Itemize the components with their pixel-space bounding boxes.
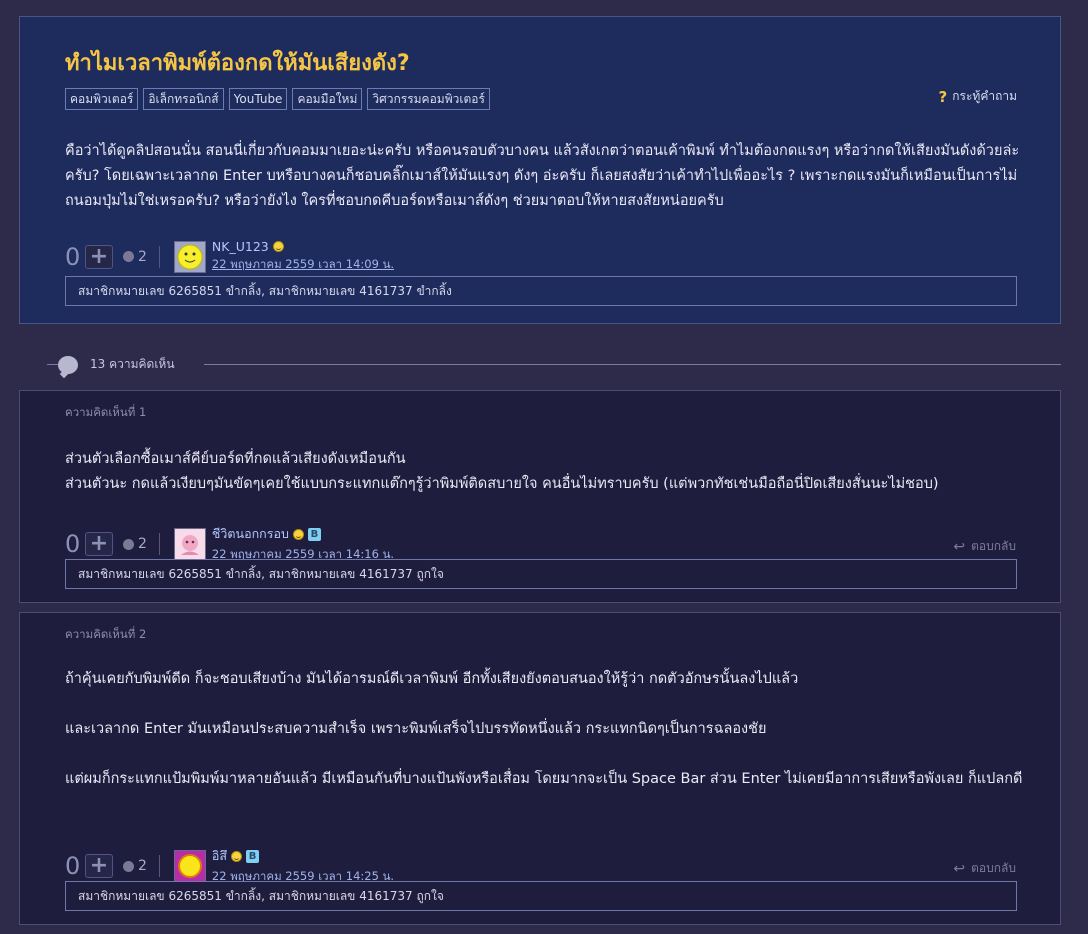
reply-button[interactable]: ↩ ตอบกลับ xyxy=(953,859,1016,878)
comment-body: ส่วนตัวเลือกซื้อเมาส์คีย์บอร์ดที่กดแล้วเ… xyxy=(65,447,1025,497)
plus-icon: + xyxy=(89,243,109,269)
likes-summary[interactable]: สมาชิกหมายเลข 6265851 ขำกลิ้ง, สมาชิกหมา… xyxy=(65,276,1017,306)
avatar[interactable] xyxy=(173,850,206,882)
comment-bubble-icon xyxy=(58,355,78,374)
comment-vote-row: 0 + 2 อิสึ B 22 พฤษภาคม 2559 เวลา 14:25 … xyxy=(65,846,394,886)
likes-summary[interactable]: สมาชิกหมายเลข 6265851 ขำกลิ้ง, สมาชิกหมา… xyxy=(65,559,1017,589)
topic-type-label: กระทู้คำถาม xyxy=(952,89,1017,103)
avatar[interactable] xyxy=(173,240,206,273)
emotion-icon xyxy=(123,251,134,262)
emotion-button[interactable]: 2 xyxy=(123,249,147,265)
topic-title: ทำไมเวลาพิมพ์ต้องกดให้มันเสียงดัง? xyxy=(65,51,410,76)
vote-count: 0 xyxy=(65,530,81,558)
comments-count-label: 13 ความคิดเห็น xyxy=(90,357,175,371)
blog-badge-icon[interactable]: B xyxy=(307,527,321,541)
plus-icon: + xyxy=(89,853,109,878)
tag-electronics[interactable]: อิเล็กทรอนิกส์ xyxy=(143,88,224,110)
author-name[interactable]: NK_U123 xyxy=(212,239,269,254)
divider xyxy=(158,245,160,268)
divider xyxy=(158,855,160,877)
emotion-button[interactable]: 2 xyxy=(123,858,147,874)
comment-card-2: ความคิดเห็นที่ 2 ถ้าคุ้นเคยกับพิมพ์ดีด ก… xyxy=(19,612,1061,925)
vote-plus-button[interactable]: + xyxy=(85,854,113,878)
comments-divider xyxy=(19,364,1061,365)
emotion-button[interactable]: 2 xyxy=(123,536,147,552)
reply-icon: ↩ xyxy=(953,538,966,555)
topic-body: คือว่าได้ดูคลิปสอนนั่น สอนนี่เกี่ยวกับคอ… xyxy=(65,143,1020,209)
question-icon: ? xyxy=(938,87,948,106)
blog-badge-icon[interactable]: B xyxy=(246,849,260,863)
topic-vote-row: 0 + 2 NK_U123 22 พฤษภาคม 2559 เวลา 14:09… xyxy=(65,239,394,274)
comment-line: แต่ผมก็กระแทกแป้มพิมพ์มาหลายอันแล้ว มีเห… xyxy=(65,771,1023,787)
laugh-emoji-icon xyxy=(272,241,284,252)
comment-line: และเวลากด Enter มันเหมือนประสบความสำเร็จ… xyxy=(65,721,767,737)
comment-line: ส่วนตัวเลือกซื้อเมาส์คีย์บอร์ดที่กดแล้วเ… xyxy=(65,451,406,467)
comment-number: ความคิดเห็นที่ 2 xyxy=(65,627,147,641)
emotion-icon xyxy=(123,538,134,550)
tag-list: คอมพิวเตอร์ อิเล็กทรอนิกส์ YouTube คอมมื… xyxy=(65,88,490,110)
emotion-count: 2 xyxy=(138,858,147,874)
laugh-emoji-icon xyxy=(231,850,243,862)
plus-icon: + xyxy=(89,531,109,556)
reply-button[interactable]: ↩ ตอบกลับ xyxy=(953,537,1016,556)
reply-label: ตอบกลับ xyxy=(971,539,1016,553)
reply-label: ตอบกลับ xyxy=(971,861,1016,875)
sun-avatar-icon xyxy=(174,851,205,881)
anime-avatar-icon xyxy=(174,529,205,559)
vote-plus-button[interactable]: + xyxy=(85,243,113,269)
topic-card: ทำไมเวลาพิมพ์ต้องกดให้มันเสียงดัง? คอมพิ… xyxy=(19,16,1061,324)
emotion-icon xyxy=(123,860,134,872)
tag-computer-beginner[interactable]: คอมมือใหม่ xyxy=(292,88,363,110)
reply-icon: ↩ xyxy=(953,860,966,877)
tag-youtube[interactable]: YouTube xyxy=(228,88,288,110)
emotion-count: 2 xyxy=(138,536,147,552)
author-name[interactable]: ชีวิตนอกกรอบ xyxy=(212,524,289,544)
comments-count: 13 ความคิดเห็น xyxy=(58,355,175,374)
author-block: NK_U123 22 พฤษภาคม 2559 เวลา 14:09 น. xyxy=(212,239,394,274)
vote-count: 0 xyxy=(65,852,81,880)
divider xyxy=(158,533,160,555)
comment-body: ถ้าคุ้นเคยกับพิมพ์ดีด ก็จะชอบเสียงบ้าง ม… xyxy=(65,667,1025,792)
topic-type: ? กระทู้คำถาม xyxy=(939,87,1017,106)
vote-plus-button[interactable]: + xyxy=(85,532,113,556)
author-block: ชีวิตนอกกรอบ B 22 พฤษภาคม 2559 เวลา 14:1… xyxy=(212,524,394,564)
likes-summary[interactable]: สมาชิกหมายเลข 6265851 ขำกลิ้ง, สมาชิกหมา… xyxy=(65,881,1017,911)
post-date[interactable]: 22 พฤษภาคม 2559 เวลา 14:09 น. xyxy=(212,256,394,274)
emotion-count: 2 xyxy=(138,248,147,265)
smiley-avatar-icon xyxy=(177,244,203,269)
tag-computer-engineering[interactable]: วิศวกรรมคอมพิวเตอร์ xyxy=(367,88,490,110)
author-block: อิสึ B 22 พฤษภาคม 2559 เวลา 14:25 น. xyxy=(212,846,394,886)
vote-count: 0 xyxy=(65,242,81,271)
laugh-emoji-icon xyxy=(292,528,304,540)
comment-line: ถ้าคุ้นเคยกับพิมพ์ดีด ก็จะชอบเสียงบ้าง ม… xyxy=(65,671,799,687)
comment-card-1: ความคิดเห็นที่ 1 ส่วนตัวเลือกซื้อเมาส์คี… xyxy=(19,390,1061,603)
comment-vote-row: 0 + 2 ชีวิตนอกกรอบ B 22 พฤษภาคม 2559 เวล… xyxy=(65,524,394,564)
tag-computer[interactable]: คอมพิวเตอร์ xyxy=(65,88,139,110)
comment-line: ส่วนตัวนะ กดแล้วเงียบๆมันขัดๆเคยใช้แบบกร… xyxy=(65,476,939,492)
avatar[interactable] xyxy=(173,528,206,560)
comment-number: ความคิดเห็นที่ 1 xyxy=(65,405,147,419)
author-name[interactable]: อิสึ xyxy=(212,846,227,866)
